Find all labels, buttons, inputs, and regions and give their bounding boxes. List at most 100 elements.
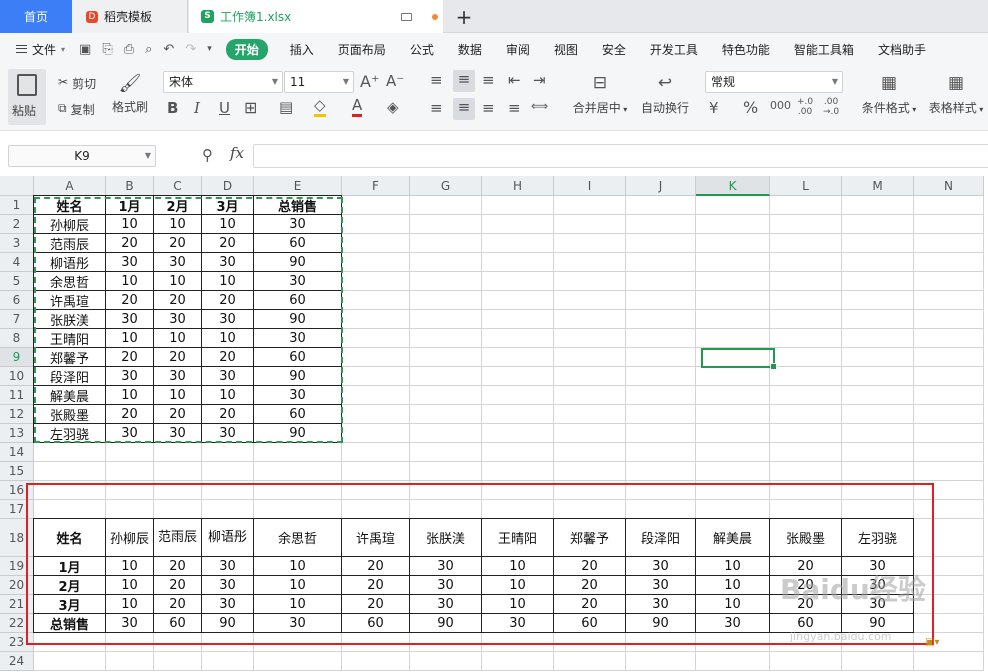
cell[interactable] bbox=[696, 291, 770, 310]
zoom-icon[interactable]: ⚲ bbox=[202, 146, 213, 164]
cell[interactable] bbox=[342, 386, 410, 405]
cell[interactable] bbox=[914, 348, 984, 367]
cell[interactable] bbox=[626, 272, 696, 291]
row-header-15[interactable]: 15 bbox=[0, 462, 34, 481]
row-header-1[interactable]: 1 bbox=[0, 196, 34, 215]
customize-chevron-icon[interactable]: ▾ bbox=[207, 44, 212, 54]
cell[interactable] bbox=[696, 272, 770, 291]
cell[interactable] bbox=[842, 215, 914, 234]
cell[interactable] bbox=[770, 462, 842, 481]
cell[interactable] bbox=[770, 310, 842, 329]
transposed-data-cell[interactable]: 30 bbox=[202, 595, 254, 614]
cell[interactable] bbox=[254, 633, 342, 652]
source-data-cell[interactable]: 30 bbox=[202, 310, 254, 329]
increase-decimal-icon[interactable]: +.0.00 bbox=[797, 97, 813, 117]
cell[interactable] bbox=[696, 367, 770, 386]
source-data-cell[interactable]: 30 bbox=[254, 329, 342, 348]
decrease-decimal-icon[interactable]: .00 →.0 bbox=[823, 97, 839, 117]
row-header-8[interactable]: 8 bbox=[0, 329, 34, 348]
cell[interactable] bbox=[914, 234, 984, 253]
cell[interactable] bbox=[696, 234, 770, 253]
source-data-cell[interactable]: 柳语彤 bbox=[34, 253, 106, 272]
cell[interactable] bbox=[554, 329, 626, 348]
tab-template[interactable]: D 稻壳模板 bbox=[72, 0, 188, 33]
row-header-20[interactable]: 20 bbox=[0, 576, 34, 595]
column-header-l[interactable]: L bbox=[770, 176, 842, 196]
cell[interactable] bbox=[696, 443, 770, 462]
transposed-data-cell[interactable]: 30 bbox=[202, 576, 254, 595]
cell[interactable] bbox=[482, 443, 554, 462]
cell[interactable] bbox=[914, 614, 984, 633]
italic-icon[interactable]: I bbox=[194, 99, 200, 117]
cell[interactable] bbox=[842, 196, 914, 215]
menu-page-layout[interactable]: 页面布局 bbox=[338, 41, 386, 58]
source-data-cell[interactable]: 30 bbox=[106, 310, 154, 329]
cell[interactable] bbox=[254, 443, 342, 462]
row-header-2[interactable]: 2 bbox=[0, 215, 34, 234]
cell[interactable] bbox=[770, 424, 842, 443]
cell[interactable] bbox=[106, 500, 154, 519]
cell[interactable] bbox=[254, 652, 342, 671]
transposed-data-cell[interactable]: 30 bbox=[410, 557, 482, 576]
source-data-cell[interactable]: 20 bbox=[106, 234, 154, 253]
cell[interactable] bbox=[254, 481, 342, 500]
cell[interactable] bbox=[842, 253, 914, 272]
fx-icon[interactable]: fx bbox=[230, 144, 244, 162]
row-header-23[interactable]: 23 bbox=[0, 633, 34, 652]
source-data-cell[interactable]: 张朕渼 bbox=[34, 310, 106, 329]
source-data-cell[interactable]: 30 bbox=[202, 367, 254, 386]
cell[interactable] bbox=[696, 462, 770, 481]
transposed-header-cell[interactable]: 姓名 bbox=[34, 519, 106, 557]
merge-center-button[interactable]: ⊟ 合并居中 ▾ bbox=[570, 73, 630, 116]
cell[interactable] bbox=[342, 253, 410, 272]
row-header-12[interactable]: 12 bbox=[0, 405, 34, 424]
source-data-cell[interactable]: 30 bbox=[154, 424, 202, 443]
source-data-cell[interactable]: 20 bbox=[154, 291, 202, 310]
cell[interactable] bbox=[34, 462, 106, 481]
source-data-cell[interactable]: 60 bbox=[254, 291, 342, 310]
cell[interactable] bbox=[914, 652, 984, 671]
transposed-data-cell[interactable]: 10 bbox=[254, 595, 342, 614]
cell[interactable] bbox=[626, 481, 696, 500]
cell[interactable] bbox=[696, 405, 770, 424]
column-header-a[interactable]: A bbox=[34, 176, 106, 196]
cell[interactable] bbox=[106, 443, 154, 462]
transposed-header-cell[interactable]: 范雨辰 bbox=[154, 519, 202, 557]
source-data-cell[interactable]: 10 bbox=[154, 215, 202, 234]
source-data-cell[interactable]: 20 bbox=[202, 405, 254, 424]
row-header-10[interactable]: 10 bbox=[0, 367, 34, 386]
cell[interactable] bbox=[914, 215, 984, 234]
row-header-21[interactable]: 21 bbox=[0, 595, 34, 614]
transposed-data-cell[interactable]: 20 bbox=[154, 557, 202, 576]
source-data-cell[interactable]: 10 bbox=[154, 272, 202, 291]
cell[interactable] bbox=[626, 196, 696, 215]
source-data-cell[interactable]: 郑馨予 bbox=[34, 348, 106, 367]
transposed-data-cell[interactable]: 20 bbox=[554, 576, 626, 595]
row-header-24[interactable]: 24 bbox=[0, 652, 34, 671]
row-header-16[interactable]: 16 bbox=[0, 481, 34, 500]
cell[interactable] bbox=[696, 386, 770, 405]
source-data-cell[interactable]: 60 bbox=[254, 234, 342, 253]
menu-insert[interactable]: 插入 bbox=[290, 41, 314, 58]
source-data-cell[interactable]: 段泽阳 bbox=[34, 367, 106, 386]
cell[interactable] bbox=[342, 633, 410, 652]
cell[interactable] bbox=[342, 272, 410, 291]
transposed-header-cell[interactable]: 张殿墨 bbox=[770, 519, 842, 557]
source-data-cell[interactable]: 90 bbox=[254, 310, 342, 329]
source-header-cell[interactable]: 2月 bbox=[154, 196, 202, 215]
cell[interactable] bbox=[410, 481, 482, 500]
source-data-cell[interactable]: 30 bbox=[154, 310, 202, 329]
column-header-n[interactable]: N bbox=[914, 176, 984, 196]
transposed-data-cell[interactable]: 20 bbox=[342, 557, 410, 576]
undo-icon[interactable]: ↶ bbox=[163, 42, 174, 57]
cell[interactable] bbox=[202, 443, 254, 462]
cell[interactable] bbox=[410, 367, 482, 386]
cell[interactable] bbox=[410, 234, 482, 253]
menu-review[interactable]: 审阅 bbox=[506, 41, 530, 58]
source-data-cell[interactable]: 30 bbox=[254, 215, 342, 234]
cell[interactable] bbox=[914, 519, 984, 557]
cell[interactable] bbox=[914, 310, 984, 329]
cell[interactable] bbox=[626, 424, 696, 443]
cell[interactable] bbox=[202, 500, 254, 519]
cell[interactable] bbox=[696, 481, 770, 500]
